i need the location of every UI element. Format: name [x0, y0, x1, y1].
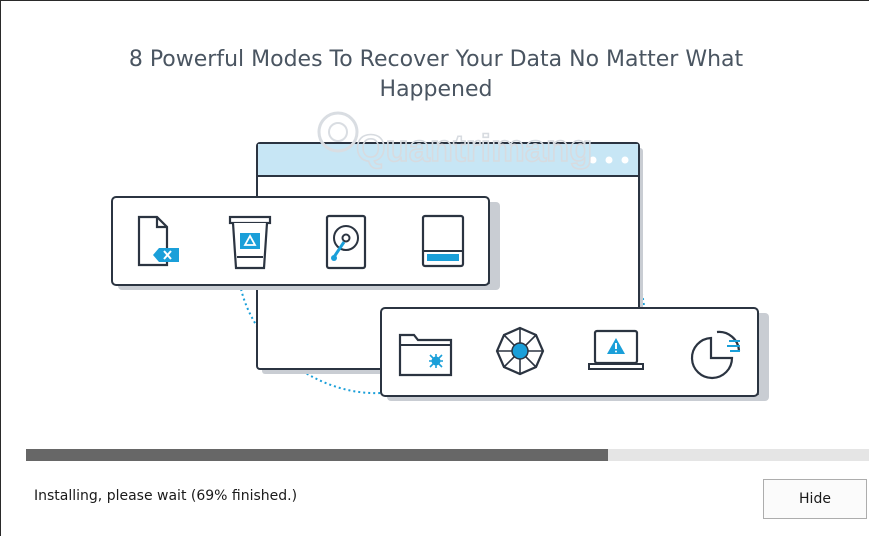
hard-disk-icon [325, 214, 367, 270]
hide-button[interactable]: Hide [763, 479, 867, 519]
recycle-bin-icon [228, 215, 272, 270]
installer-window: 8 Powerful Modes To Recover Your Data No… [0, 0, 869, 536]
bottom-modes-panel [380, 307, 769, 401]
partition-icon [421, 214, 465, 268]
network-recovery-icon [495, 326, 545, 376]
progress-fill [26, 449, 608, 461]
virus-folder-icon [398, 333, 453, 377]
top-modes-panel [111, 196, 500, 290]
watermark-text: Quantrimang [356, 128, 592, 170]
recovery-modes-illustration: Quantrimang [111, 111, 769, 401]
system-crash-icon [588, 329, 644, 370]
status-text: Installing, please wait (69% finished.) [34, 488, 298, 504]
install-progress-bar [26, 449, 869, 461]
watermark-logo: Quantrimang [317, 111, 593, 171]
